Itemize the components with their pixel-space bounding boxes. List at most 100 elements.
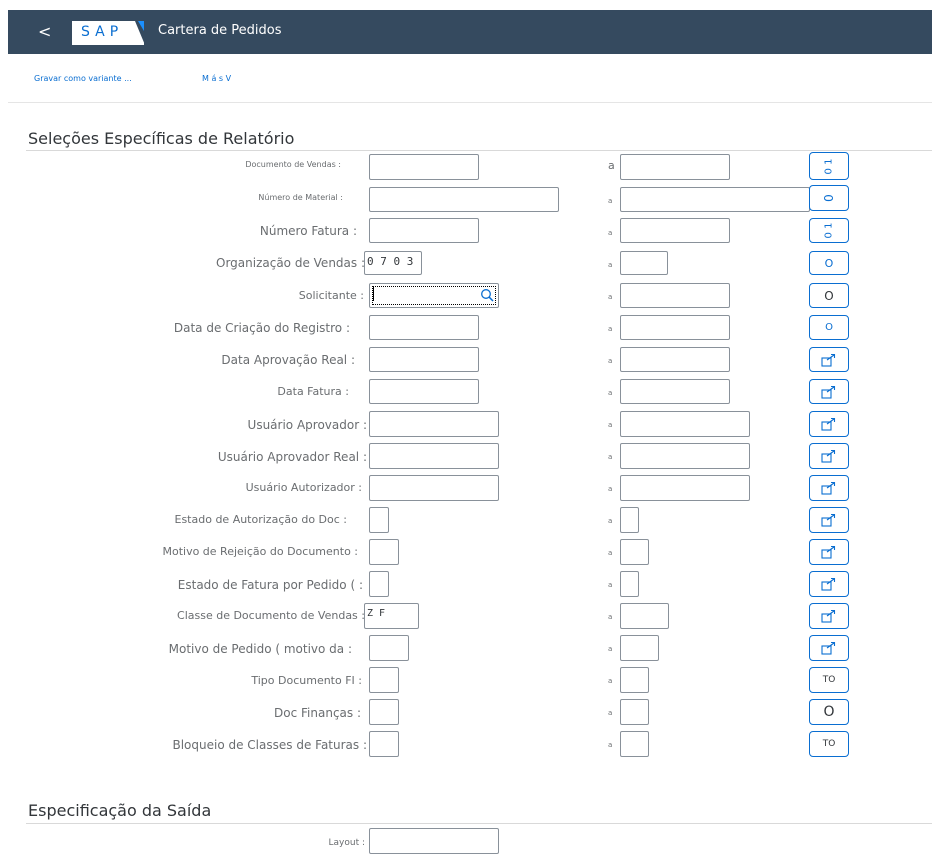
invoice-class-block-high-input[interactable] <box>620 731 649 757</box>
multiple-selection-button[interactable] <box>809 379 849 404</box>
label-real-approval-date: Data Aprovação Real : <box>221 353 355 367</box>
multiple-selection-button[interactable]: O <box>809 283 849 308</box>
material-number-high-input[interactable] <box>620 187 810 212</box>
doc-authorization-status-low-input[interactable] <box>369 507 389 533</box>
sales-organization-low-input[interactable]: 0 7 0 3 <box>364 251 422 275</box>
requester-high-input[interactable] <box>620 283 730 308</box>
multiple-selection-button[interactable]: 0 <box>809 185 849 211</box>
finance-doc-low-input[interactable] <box>369 699 399 725</box>
multiple-selection-button[interactable]: O <box>809 315 849 340</box>
multiple-selection-button[interactable] <box>809 603 849 629</box>
range-separator: a <box>608 325 613 333</box>
sales-document-type-low-input[interactable]: Z F <box>364 603 419 629</box>
sales-document-low-input[interactable] <box>369 154 479 180</box>
sales-document-type-high-input[interactable] <box>620 603 669 629</box>
value-help-button[interactable] <box>476 285 498 305</box>
sap-logo-text: SAP <box>81 24 124 40</box>
shell-bar: < SAP Cartera de Pedidos <box>8 10 932 54</box>
multiple-selection-button[interactable]: TO <box>809 731 849 757</box>
multiple-selection-icon <box>821 545 836 559</box>
sales-organization-high-input[interactable] <box>620 251 668 275</box>
document-rejection-reason-high-input[interactable] <box>620 539 649 565</box>
real-approval-date-high-input[interactable] <box>620 347 730 372</box>
toolbar: Gravar como variante ... M á s V <box>8 56 932 103</box>
multiple-selection-button[interactable] <box>809 475 849 501</box>
sales-document-high-input[interactable] <box>620 154 730 180</box>
section-divider <box>26 150 932 151</box>
real-approval-date-low-input[interactable] <box>369 347 479 372</box>
invoice-date-high-input[interactable] <box>620 379 730 404</box>
range-separator: a <box>608 421 613 429</box>
fi-document-type-low-input[interactable] <box>369 667 399 693</box>
multiple-selection-button[interactable] <box>809 539 849 565</box>
requester-low-input[interactable] <box>369 283 499 308</box>
invoice-date-low-input[interactable] <box>369 379 479 404</box>
record-creation-date-low-input[interactable] <box>369 315 479 340</box>
label-material-number: Número de Material : <box>258 193 343 202</box>
approver-user-low-input[interactable] <box>369 411 499 437</box>
label-invoice-status-per-order: Estado de Fatura por Pedido ( : <box>177 578 363 592</box>
range-separator: a <box>608 581 613 589</box>
multiple-selection-icon: O <box>823 704 835 720</box>
invoice-number-low-input[interactable] <box>369 218 479 243</box>
multiple-selection-icon: 0 1 <box>823 158 835 174</box>
more-button[interactable]: M á s V <box>196 70 238 87</box>
invoice-status-per-order-high-input[interactable] <box>620 571 639 597</box>
multiple-selection-button[interactable] <box>809 443 849 469</box>
authorizer-user-high-input[interactable] <box>620 475 750 501</box>
real-approver-user-low-input[interactable] <box>369 443 499 469</box>
multiple-selection-icon <box>821 481 836 495</box>
multiple-selection-button[interactable]: TO <box>809 667 849 693</box>
label-invoice-class-block: Bloqueio de Classes de Faturas : <box>172 738 367 752</box>
multiple-selection-button[interactable] <box>809 507 849 533</box>
authorizer-user-low-input[interactable] <box>369 475 499 501</box>
multiple-selection-icon <box>821 385 836 399</box>
invoice-status-per-order-low-input[interactable] <box>369 571 389 597</box>
material-number-low-input[interactable] <box>369 187 559 212</box>
label-sales-document-type: Classe de Documento de Vendas : <box>177 609 365 622</box>
range-separator: a <box>608 159 615 172</box>
range-separator: a <box>608 677 613 685</box>
multiple-selection-button[interactable] <box>809 571 849 597</box>
order-reason-high-input[interactable] <box>620 635 659 661</box>
doc-authorization-status-high-input[interactable] <box>620 507 639 533</box>
label-sales-organization: Organização de Vendas : <box>216 256 365 270</box>
multiple-selection-button[interactable]: O <box>809 251 849 275</box>
layout-input[interactable] <box>369 828 499 854</box>
range-separator: a <box>608 261 613 269</box>
fi-document-type-high-input[interactable] <box>620 667 649 693</box>
multiple-selection-button[interactable] <box>809 411 849 437</box>
label-layout: Layout : <box>328 838 366 848</box>
record-creation-date-high-input[interactable] <box>620 315 730 340</box>
label-order-reason: Motivo de Pedido ( motivo da : <box>168 642 352 656</box>
range-separator: a <box>608 357 613 365</box>
multiple-selection-button[interactable]: 0 1 <box>809 218 849 243</box>
range-separator: a <box>608 741 613 749</box>
approver-user-high-input[interactable] <box>620 411 750 437</box>
back-button[interactable]: < <box>38 22 51 41</box>
save-as-variant-button[interactable]: Gravar como variante ... <box>28 70 138 87</box>
real-approver-user-high-input[interactable] <box>620 443 750 469</box>
range-separator: a <box>608 485 613 493</box>
invoice-number-high-input[interactable] <box>620 218 730 243</box>
label-authorizer-user: Usuário Autorizador : <box>245 481 362 494</box>
output-section-title: Especificação da Saída <box>28 801 212 820</box>
order-reason-low-input[interactable] <box>369 635 409 661</box>
label-invoice-number: Número Fatura : <box>259 224 357 238</box>
multiple-selection-button[interactable]: 0 1 <box>809 152 849 180</box>
multiple-selection-icon: 0 <box>821 194 836 202</box>
multiple-selection-button[interactable] <box>809 635 849 661</box>
finance-doc-high-input[interactable] <box>620 699 649 725</box>
multiple-selection-icon <box>821 641 836 655</box>
multiple-selection-button[interactable]: O <box>809 699 849 725</box>
text-caret <box>373 287 374 301</box>
multiple-selection-icon <box>821 353 836 367</box>
logo-accent <box>138 21 144 31</box>
label-real-approver-user: Usuário Aprovador Real : <box>217 450 367 464</box>
multiple-selection-icon <box>821 609 836 623</box>
invoice-class-block-low-input[interactable] <box>369 731 399 757</box>
label-record-creation-date: Data de Criação do Registro : <box>173 321 350 335</box>
multiple-selection-button[interactable] <box>809 347 849 372</box>
sap-logo[interactable]: SAP <box>72 21 145 45</box>
document-rejection-reason-low-input[interactable] <box>369 539 399 565</box>
